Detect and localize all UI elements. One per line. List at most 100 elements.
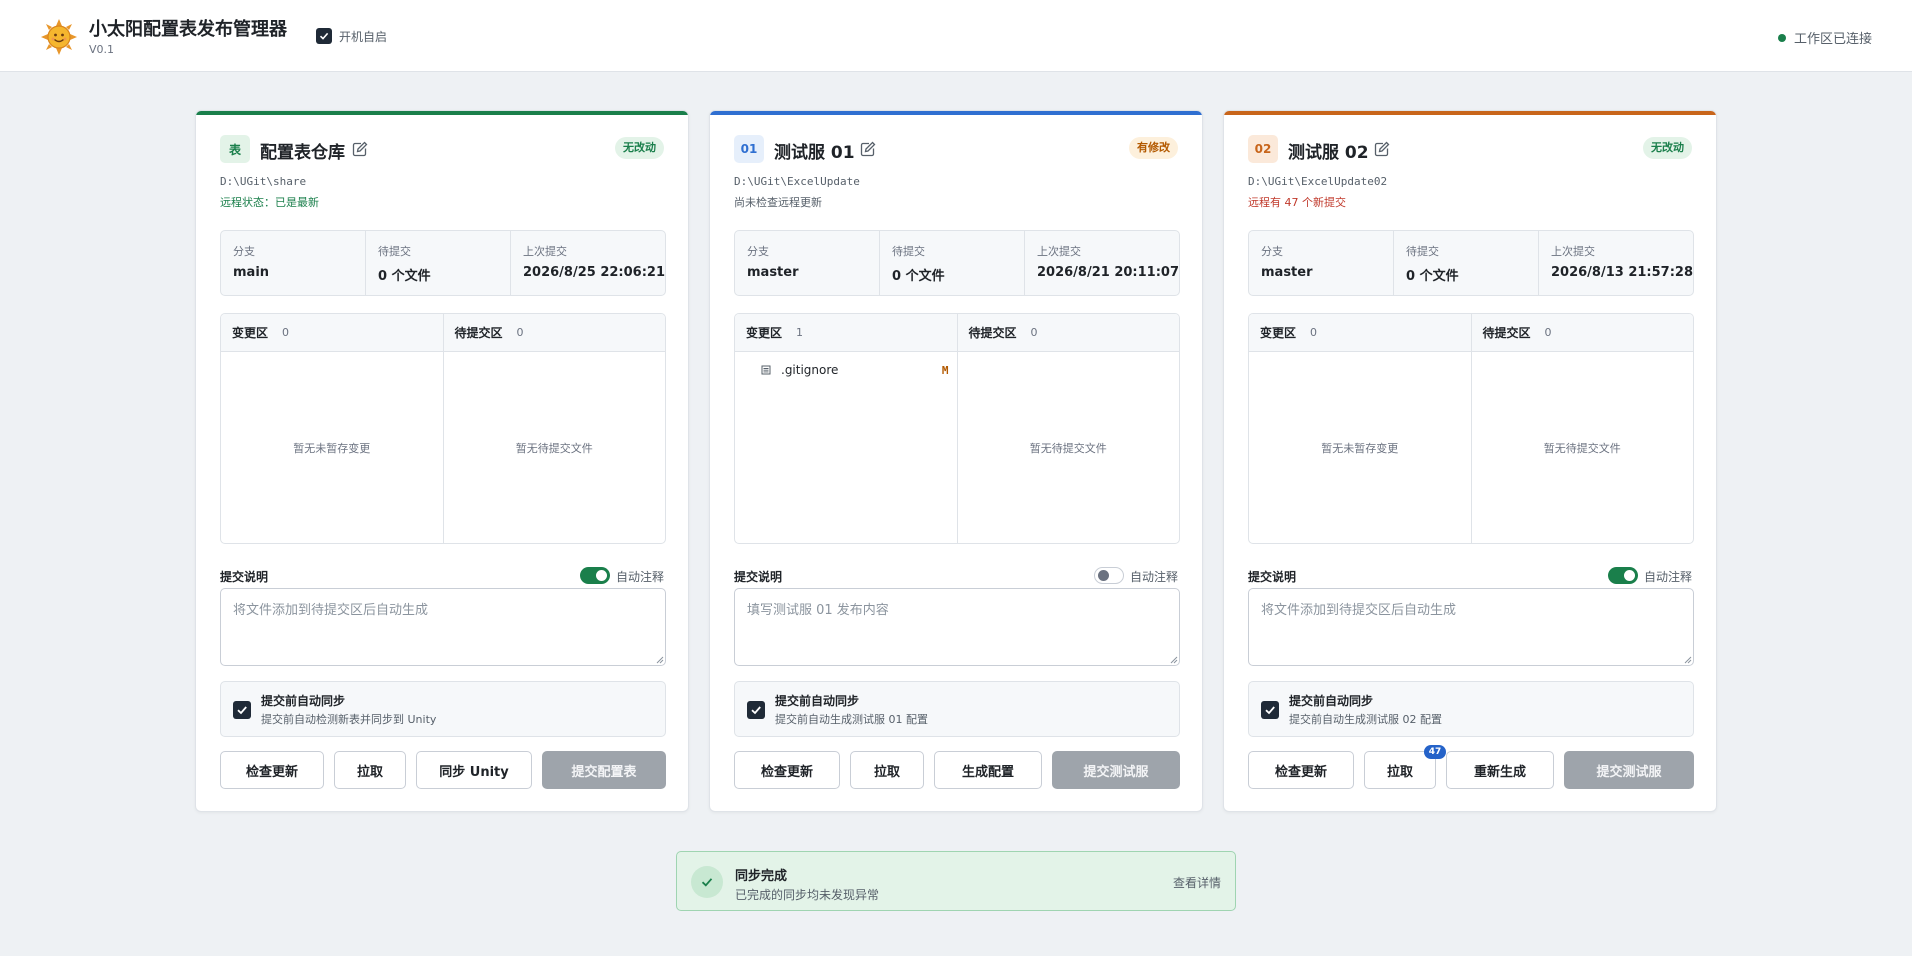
check-icon	[1265, 706, 1275, 715]
auto-comment-label: 自动注释	[1129, 570, 1178, 584]
edit-icon[interactable]	[860, 141, 876, 157]
file-icon	[761, 365, 771, 375]
check-icon	[691, 866, 723, 898]
card-badge: 表	[220, 135, 250, 163]
file-name: .gitignore	[781, 363, 839, 377]
check-icon	[237, 706, 247, 715]
changes-empty-text: 暂无未暂存变更	[293, 442, 371, 455]
regenerate-button[interactable]: 重新生成	[1446, 751, 1554, 789]
resize-grip-icon[interactable]	[1684, 656, 1692, 664]
repo-card-test-01: 01 测试服 01 有修改 D:\UGit\ExcelUpdate 尚未检查远程…	[709, 110, 1203, 812]
resize-grip-icon[interactable]	[656, 656, 664, 664]
check-icon	[751, 706, 761, 715]
staged-count: 0	[516, 326, 524, 339]
staged-area[interactable]: 待提交区 0 暂无待提交文件	[1470, 314, 1693, 543]
auto-comment-toggle[interactable]	[1094, 567, 1124, 584]
commit-message-input[interactable]	[220, 588, 666, 666]
staged-empty-text: 暂无待提交文件	[1543, 442, 1621, 455]
resize-grip-icon[interactable]	[1170, 656, 1178, 664]
sync-complete-toast: 同步完成 已完成的同步均未发现异常 查看详情	[676, 851, 1236, 911]
auto-sync-option[interactable]: 提交前自动同步 提交前自动生成测试服 01 配置	[734, 681, 1180, 737]
info-label: 分支	[747, 245, 769, 258]
commit-test-server-button[interactable]: 提交测试服	[1564, 751, 1694, 789]
staged-empty-text: 暂无待提交文件	[515, 442, 593, 455]
app-header: 小太阳配置表发布管理器 V0.1 开机自启 工作区已连接	[0, 0, 1912, 72]
info-label: 待提交	[892, 245, 925, 258]
staged-empty-text: 暂无待提交文件	[1029, 442, 1107, 455]
sync-unity-button[interactable]: 同步 Unity	[416, 751, 532, 789]
list-item[interactable]: .gitignore M	[761, 362, 949, 378]
changes-empty-text: 暂无未暂存变更	[1321, 442, 1399, 455]
auto-sync-checkbox[interactable]	[1261, 701, 1279, 719]
info-last-commit: 上次提交 2026/8/21 20:11:07	[1024, 231, 1179, 295]
pull-button[interactable]: 拉取	[334, 751, 406, 789]
toast-message: 已完成的同步均未发现异常	[735, 888, 880, 902]
check-updates-button[interactable]: 检查更新	[1248, 751, 1354, 789]
auto-sync-desc: 提交前自动生成测试服 02 配置	[1289, 713, 1442, 726]
info-value: 0 个文件	[1406, 269, 1459, 284]
staged-area-title: 待提交区	[454, 326, 503, 340]
status-badge: 无改动	[615, 137, 664, 159]
changes-area-title: 变更区	[232, 326, 269, 340]
staged-area[interactable]: 待提交区 0 暂无待提交文件	[442, 314, 665, 543]
info-pending: 待提交 0 个文件	[365, 231, 510, 295]
check-updates-button[interactable]: 检查更新	[734, 751, 840, 789]
autostart-toggle[interactable]: 开机自启	[316, 28, 387, 44]
changes-area[interactable]: 变更区 1 .gitignore M	[735, 314, 957, 543]
repo-card-config: 表 配置表仓库 无改动 D:\UGit\share 远程状态：已是最新 分支 m…	[195, 110, 689, 812]
auto-comment-toggle[interactable]	[580, 567, 610, 584]
auto-sync-option[interactable]: 提交前自动同步 提交前自动生成测试服 02 配置	[1248, 681, 1694, 737]
file-areas: 变更区 0 暂无未暂存变更 待提交区 0 暂无待提交文件	[1248, 313, 1694, 544]
auto-sync-option[interactable]: 提交前自动同步 提交前自动检测新表并同步到 Unity	[220, 681, 666, 737]
toast-details-link[interactable]: 查看详情	[1173, 874, 1221, 891]
auto-sync-checkbox[interactable]	[747, 701, 765, 719]
changes-count: 1	[796, 326, 804, 339]
changes-area-title: 变更区	[746, 326, 783, 340]
remote-status: 尚未检查远程更新	[734, 196, 822, 209]
auto-comment-label: 自动注释	[1643, 570, 1692, 584]
auto-sync-desc: 提交前自动检测新表并同步到 Unity	[261, 713, 437, 726]
check-updates-button[interactable]: 检查更新	[220, 751, 324, 789]
autostart-checkbox[interactable]	[316, 28, 332, 44]
connection-dot-icon	[1777, 33, 1786, 42]
info-value: 2026/8/13 21:57:28	[1551, 265, 1694, 280]
changes-count: 0	[1310, 326, 1318, 339]
app-version: V0.1	[89, 43, 115, 56]
info-value: master	[1261, 265, 1313, 280]
info-value: 0 个文件	[892, 269, 945, 284]
auto-comment-toggle[interactable]	[1608, 567, 1638, 584]
staged-area-title: 待提交区	[968, 326, 1017, 340]
edit-icon[interactable]	[1374, 141, 1390, 157]
pull-button[interactable]: 拉取	[850, 751, 924, 789]
edit-icon[interactable]	[352, 141, 368, 157]
card-title: 测试服 01	[774, 143, 855, 163]
info-label: 分支	[233, 245, 255, 258]
info-value: 2026/8/25 22:06:21	[523, 265, 666, 280]
auto-sync-title: 提交前自动同步	[775, 694, 860, 708]
commit-message-input[interactable]	[1248, 588, 1694, 666]
repo-info-panel: 分支 master 待提交 0 个文件 上次提交 2026/8/21 20:11…	[734, 230, 1180, 296]
connection-label: 工作区已连接	[1793, 32, 1872, 47]
changes-area[interactable]: 变更区 0 暂无未暂存变更	[1249, 314, 1471, 543]
repo-info-panel: 分支 main 待提交 0 个文件 上次提交 2026/8/25 22:06:2…	[220, 230, 666, 296]
repo-path: D:\UGit\ExcelUpdate	[734, 175, 860, 188]
staged-count: 0	[1544, 326, 1552, 339]
repo-path: D:\UGit\share	[220, 175, 307, 188]
staged-count: 0	[1030, 326, 1038, 339]
connection-status: 工作区已连接	[1777, 28, 1872, 47]
remote-status: 远程有 47 个新提交	[1248, 196, 1346, 209]
repo-info-panel: 分支 master 待提交 0 个文件 上次提交 2026/8/13 21:57…	[1248, 230, 1694, 296]
auto-sync-title: 提交前自动同步	[261, 694, 346, 708]
commit-config-button[interactable]: 提交配置表	[542, 751, 666, 789]
auto-sync-checkbox[interactable]	[233, 701, 251, 719]
commit-message-input[interactable]	[734, 588, 1180, 666]
commit-message-label: 提交说明	[734, 570, 783, 584]
staged-area[interactable]: 待提交区 0 暂无待提交文件	[956, 314, 1179, 543]
commit-test-server-button[interactable]: 提交测试服	[1052, 751, 1180, 789]
info-value: 0 个文件	[378, 269, 431, 284]
info-last-commit: 上次提交 2026/8/13 21:57:28	[1538, 231, 1693, 295]
changes-area[interactable]: 变更区 0 暂无未暂存变更	[221, 314, 443, 543]
info-last-commit: 上次提交 2026/8/25 22:06:21	[510, 231, 665, 295]
staged-area-title: 待提交区	[1482, 326, 1531, 340]
generate-config-button[interactable]: 生成配置	[934, 751, 1042, 789]
